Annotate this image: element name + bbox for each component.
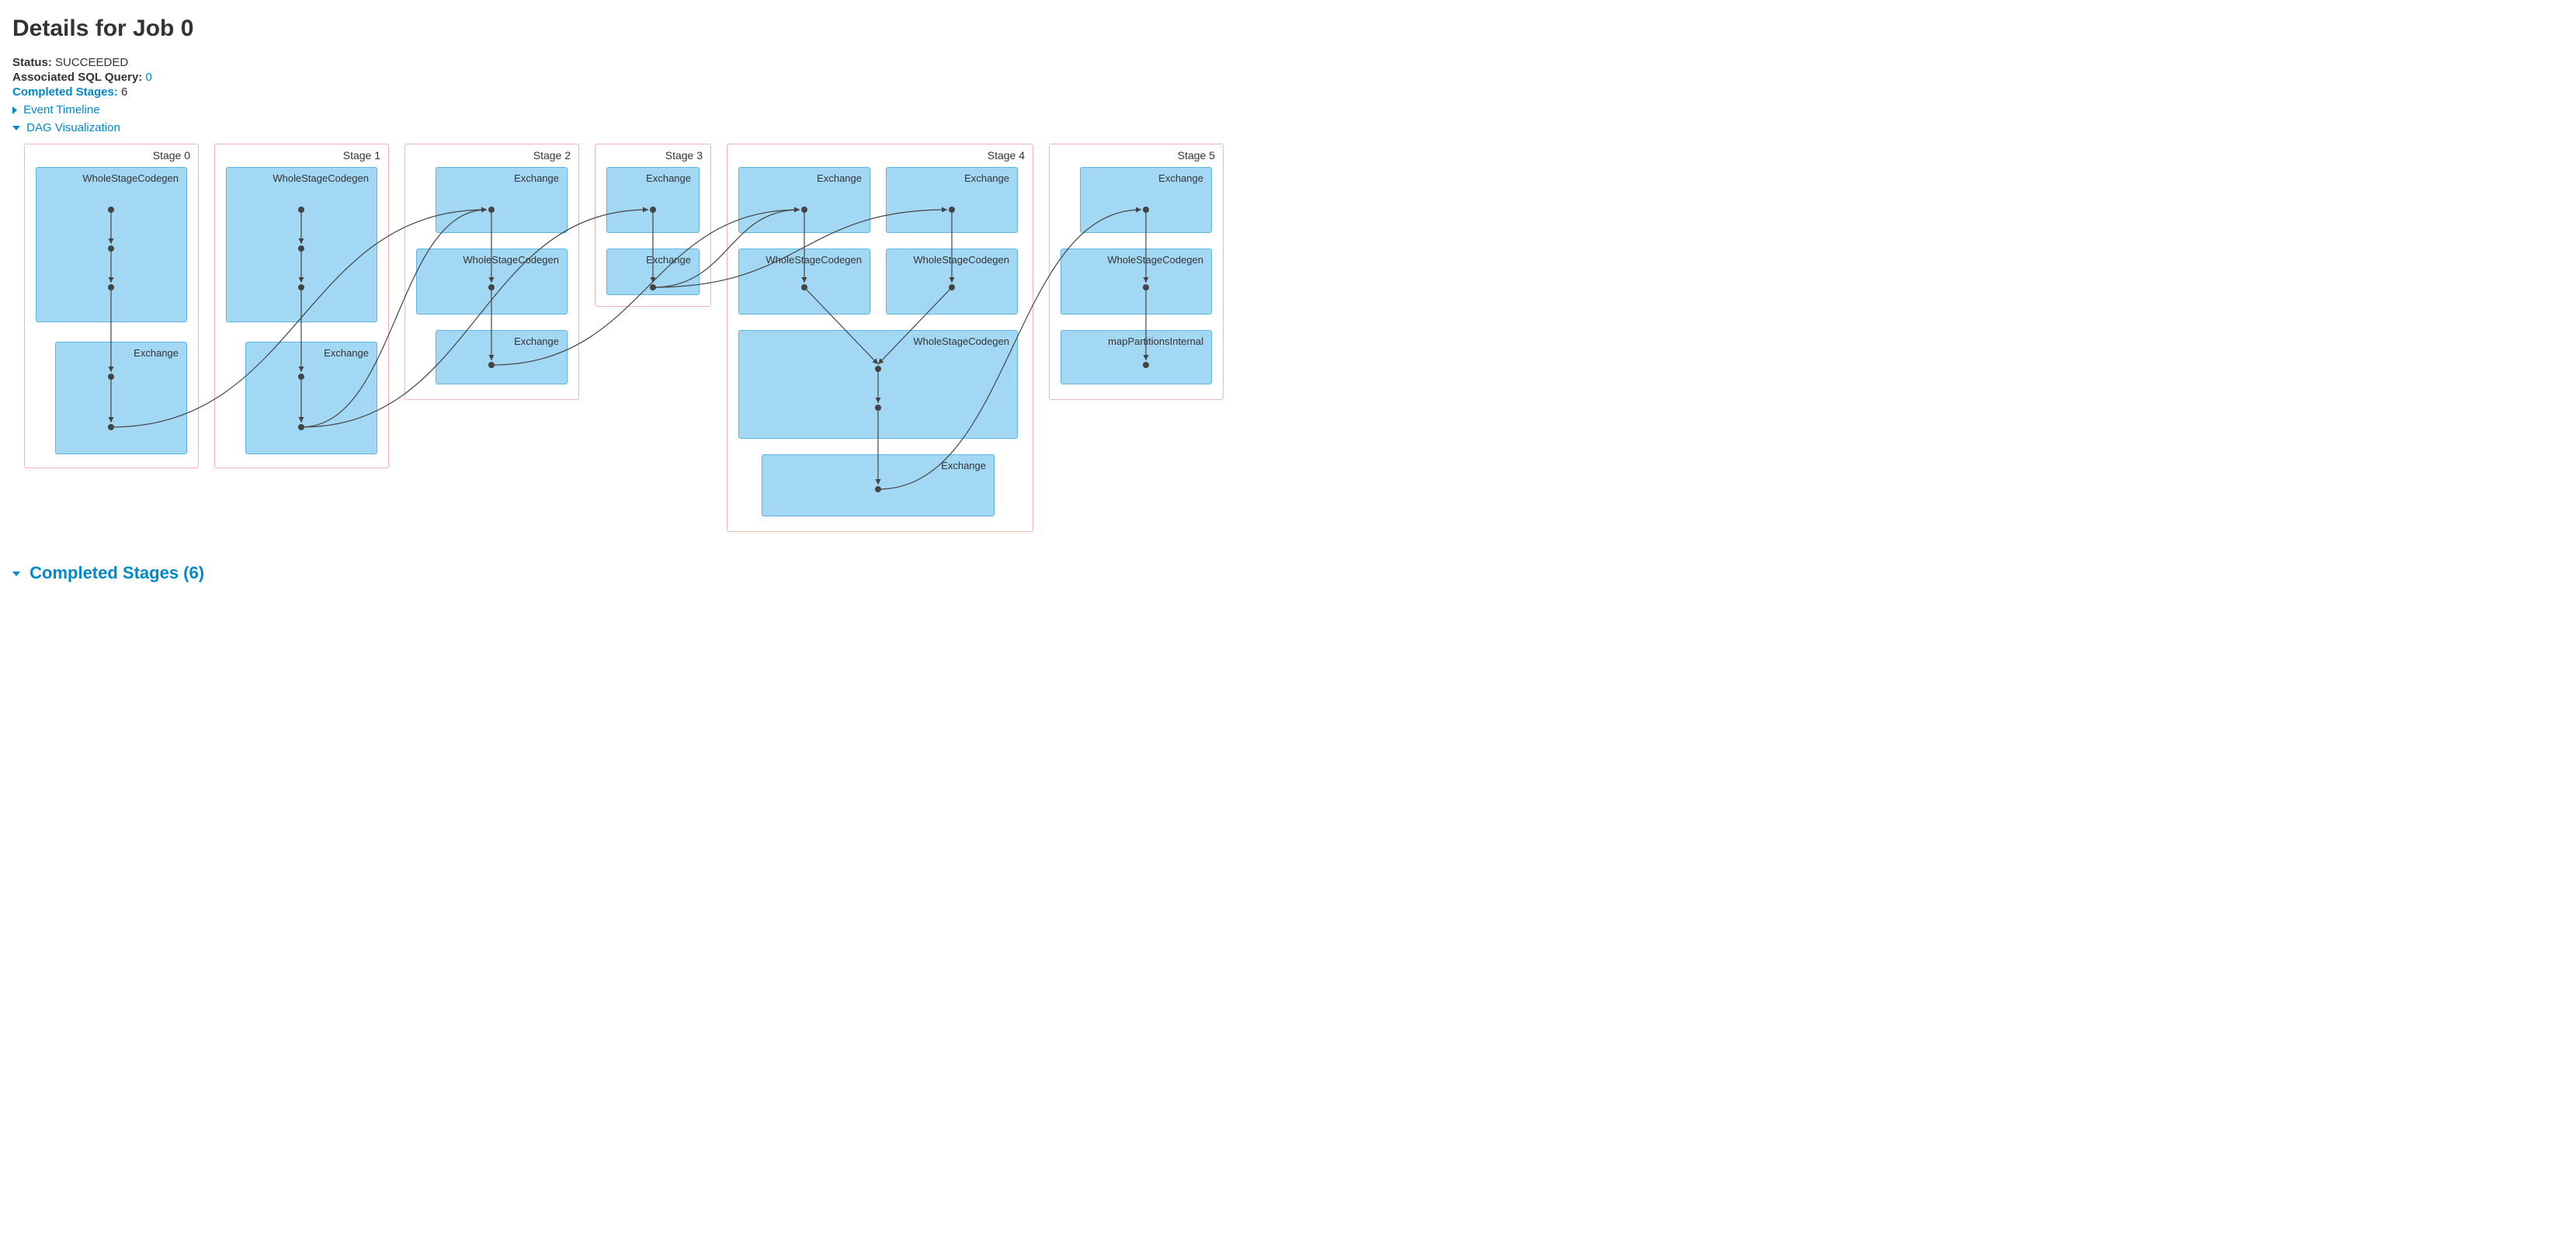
operator-label: Exchange [941,460,986,471]
dag-visualization-toggle[interactable]: DAG Visualization [12,121,2564,134]
operator-box[interactable]: Exchange [436,330,568,384]
event-timeline-label: Event Timeline [23,103,99,116]
operator-box[interactable]: Exchange [606,249,700,295]
operator-label: WholeStageCodegen [913,254,1009,266]
status-label: Status: [12,56,52,69]
stage-label: Stage 3 [665,149,703,162]
status-line: Status: SUCCEEDED [12,56,2564,69]
operator-label: Exchange [1158,172,1203,184]
status-value: SUCCEEDED [55,56,128,69]
operator-label: mapPartitionsInternal [1108,335,1203,347]
operator-box[interactable]: Exchange [886,167,1018,233]
operator-box[interactable]: Exchange [55,342,187,454]
operator-label: WholeStageCodegen [1107,254,1203,266]
operator-label: Exchange [134,347,179,359]
operator-label: Exchange [817,172,862,184]
operator-label: WholeStageCodegen [82,172,179,184]
operator-box[interactable]: Exchange [606,167,700,233]
operator-label: WholeStageCodegen [913,335,1009,347]
operator-label: WholeStageCodegen [273,172,369,184]
operator-label: Exchange [646,172,691,184]
completed-label[interactable]: Completed Stages: [12,85,118,99]
stage-label: Stage 0 [153,149,190,162]
stage-label: Stage 4 [988,149,1025,162]
caret-down-icon [12,126,20,130]
operator-box[interactable]: Exchange [762,454,995,516]
completed-line: Completed Stages: 6 [12,85,2564,99]
operator-box[interactable]: WholeStageCodegen [886,249,1018,315]
operator-box[interactable]: Exchange [1080,167,1212,233]
operator-label: Exchange [964,172,1009,184]
event-timeline-toggle[interactable]: Event Timeline [12,103,2564,116]
page-title: Details for Job 0 [12,16,2564,42]
sql-label: Associated SQL Query: [12,71,142,84]
operator-box[interactable]: WholeStageCodegen [226,167,377,322]
dag-visualization: Stage 0 Stage 1 Stage 2 Stage 3 Stage 4 Stage… [12,144,1239,540]
stage-label: Stage 2 [533,149,571,162]
operator-label: WholeStageCodegen [463,254,559,266]
operator-label: Exchange [514,335,559,347]
dag-visualization-label: DAG Visualization [26,121,120,134]
operator-label: Exchange [514,172,559,184]
completed-stages-section-toggle[interactable]: Completed Stages (6) [12,563,2564,583]
stage-label: Stage 1 [343,149,380,162]
sql-link[interactable]: 0 [145,71,151,84]
sql-line: Associated SQL Query: 0 [12,71,2564,84]
operator-label: Exchange [646,254,691,266]
operator-box[interactable]: WholeStageCodegen [738,330,1018,439]
completed-value: 6 [121,85,127,99]
caret-down-icon [12,572,20,576]
stage-label: Stage 5 [1178,149,1215,162]
caret-right-icon [12,106,17,114]
operator-box[interactable]: WholeStageCodegen [738,249,870,315]
operator-box[interactable]: WholeStageCodegen [36,167,187,322]
operator-box[interactable]: Exchange [738,167,870,233]
operator-label: Exchange [324,347,369,359]
operator-box[interactable]: WholeStageCodegen [416,249,568,315]
completed-stages-section-label: Completed Stages (6) [30,563,204,582]
operator-label: WholeStageCodegen [766,254,862,266]
operator-box[interactable]: Exchange [436,167,568,233]
operator-box[interactable]: mapPartitionsInternal [1061,330,1212,384]
operator-box[interactable]: Exchange [245,342,377,454]
operator-box[interactable]: WholeStageCodegen [1061,249,1212,315]
